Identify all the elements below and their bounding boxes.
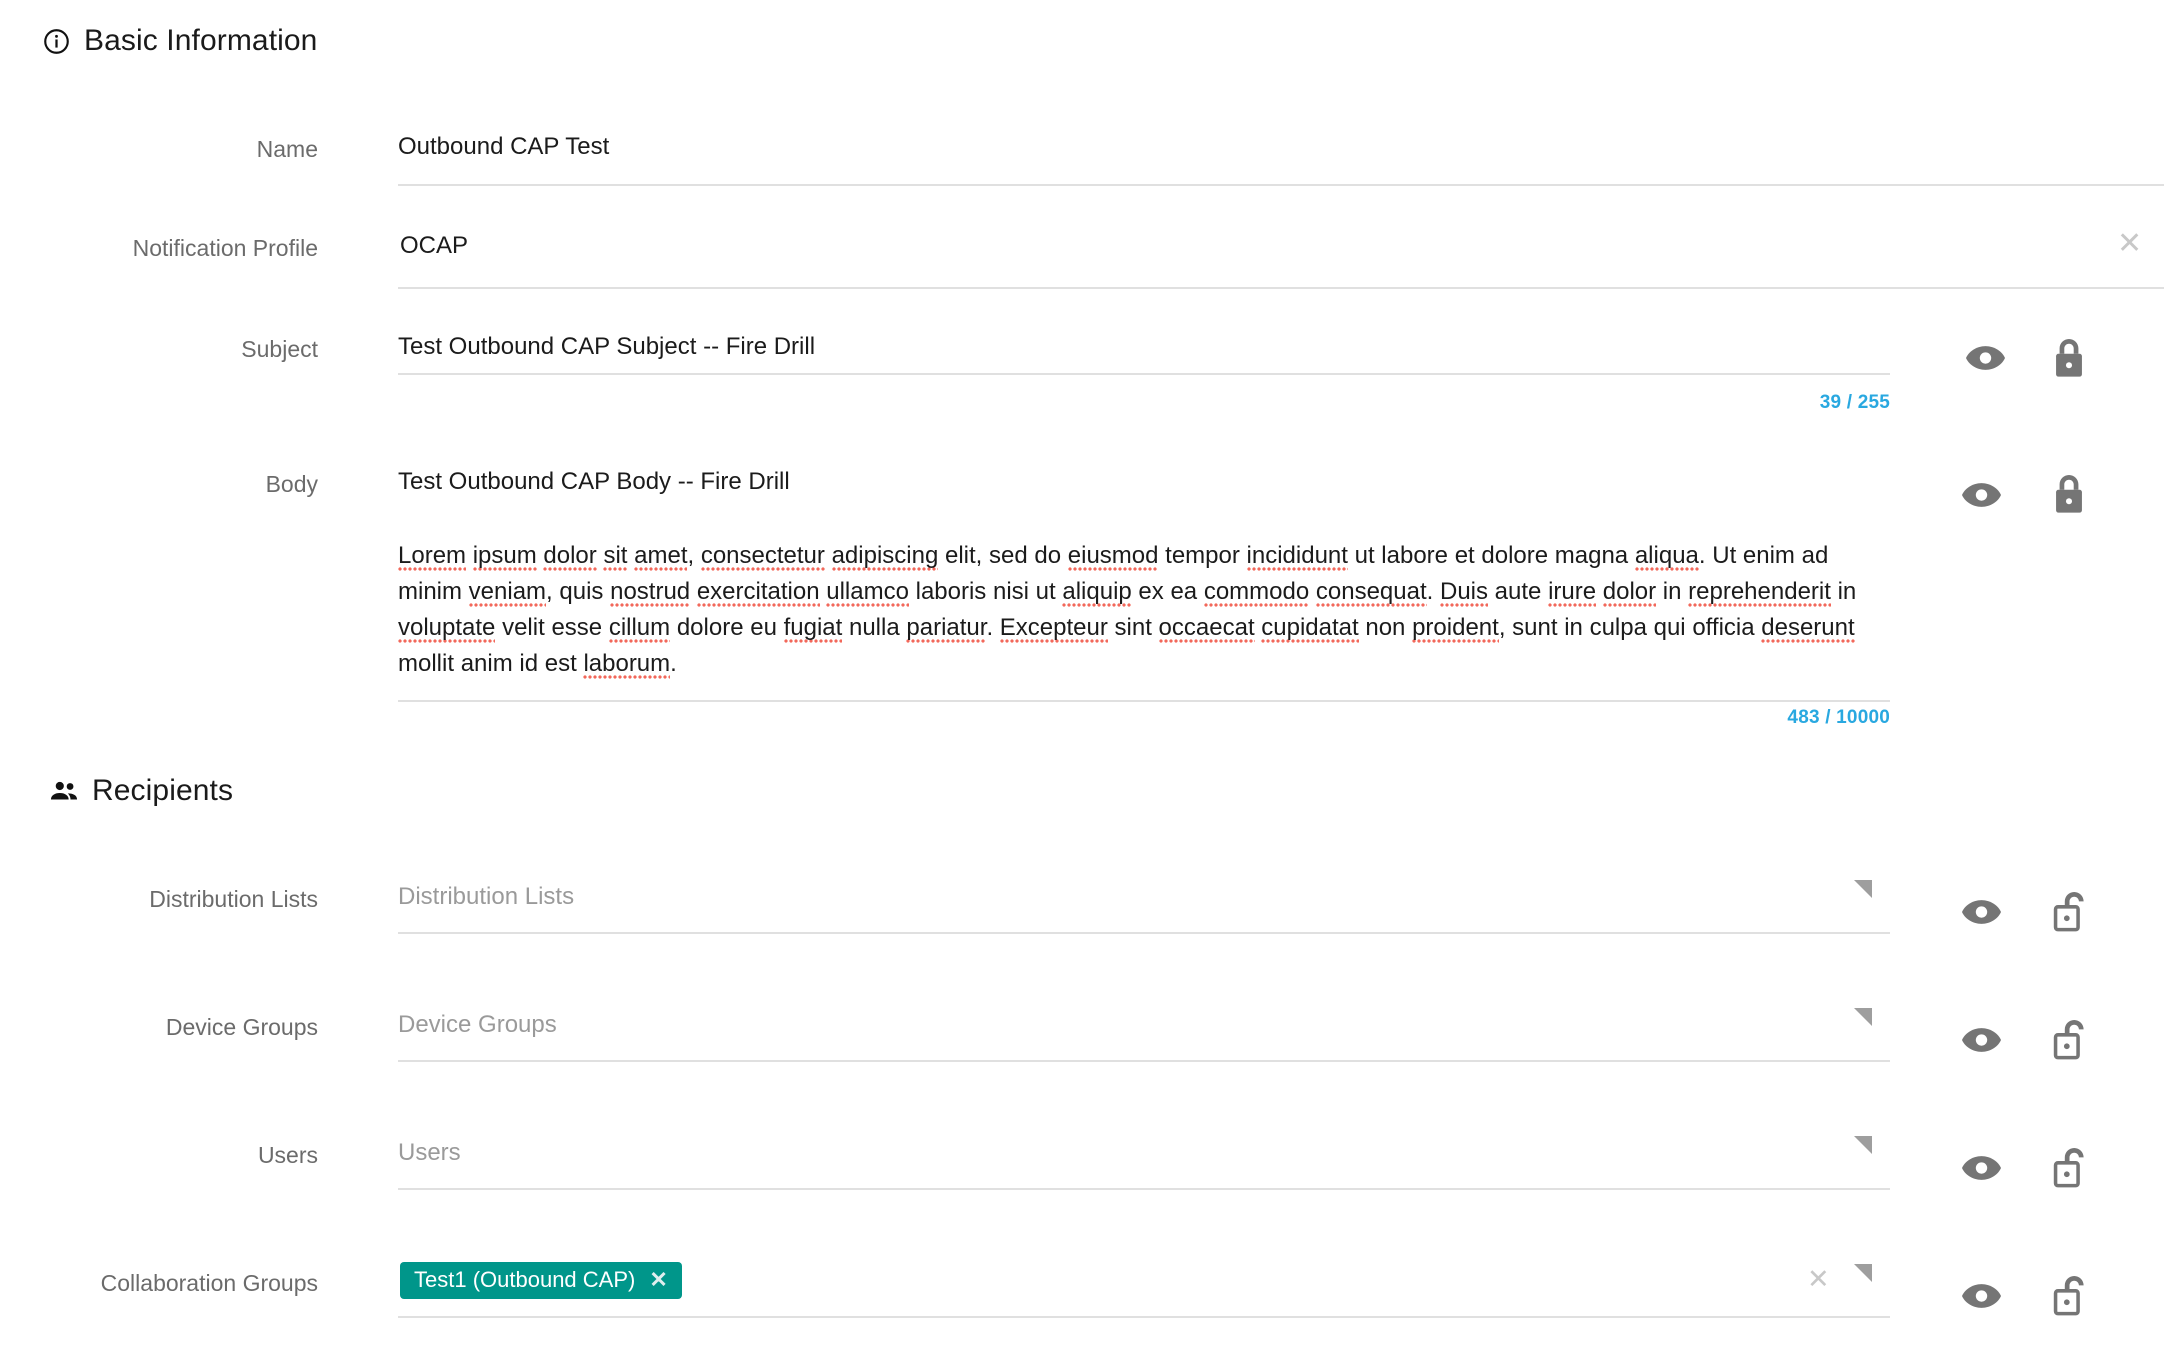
- label-device-groups: Device Groups: [165, 1014, 318, 1040]
- underline-collaboration-groups: [398, 1316, 1890, 1318]
- resize-handle-device-groups-icon[interactable]: [1854, 1008, 1872, 1026]
- lock-toggle-users-lock-open-icon[interactable]: [2052, 1146, 2086, 1188]
- input-device-groups[interactable]: Device Groups: [398, 1011, 557, 1039]
- input-name[interactable]: Outbound CAP Test: [398, 133, 609, 161]
- underline-body: [398, 700, 1890, 702]
- lock-toggle-body-lock-closed-icon[interactable]: [2052, 473, 2086, 515]
- label-notification-profile: Notification Profile: [132, 235, 318, 261]
- lock-toggle-subject-lock-closed-icon[interactable]: [2052, 337, 2086, 379]
- counter-body: 483 / 10000: [1787, 707, 1890, 728]
- visibility-toggle-device-groups-eye-icon[interactable]: [1962, 1026, 2001, 1054]
- label-body: Body: [265, 471, 318, 497]
- label-distribution-lists: Distribution Lists: [149, 886, 318, 912]
- section-title-basic-information: Basic Information: [84, 24, 318, 57]
- input-body-title[interactable]: Test Outbound CAP Body -- Fire Drill: [398, 468, 790, 496]
- people-icon: [50, 777, 78, 805]
- placeholder-distribution-lists: Distribution Lists: [398, 883, 575, 910]
- input-body-paragraph[interactable]: Lorem ipsum dolor sit amet, consectetur …: [398, 538, 1893, 682]
- underline-name: [398, 184, 2164, 186]
- label-name: Name: [256, 136, 318, 162]
- clear-notification-profile-icon[interactable]: ✕: [2117, 229, 2142, 259]
- underline-notification-profile: [398, 287, 2164, 289]
- lock-toggle-device-groups-lock-open-icon[interactable]: [2052, 1018, 2086, 1060]
- value-subject: Test Outbound CAP Subject -- Fire Drill: [398, 333, 816, 360]
- visibility-toggle-users-eye-icon[interactable]: [1962, 1154, 2001, 1182]
- chip-collaboration-group[interactable]: Test1 (Outbound CAP) ✕: [400, 1262, 682, 1300]
- visibility-toggle-collaboration-groups-eye-icon[interactable]: [1962, 1282, 2001, 1310]
- clear-collaboration-groups-icon[interactable]: ✕: [1807, 1266, 1830, 1293]
- section-header-basic-information: Basic Information: [42, 26, 317, 56]
- section-title-recipients: Recipients: [92, 774, 234, 807]
- notification-form-page: Basic Information Name Outbound CAP Test…: [0, 0, 2164, 1360]
- label-users: Users: [257, 1142, 318, 1168]
- info-circle-icon: [42, 27, 70, 55]
- chip-label: Test1 (Outbound CAP): [414, 1267, 636, 1292]
- label-collaboration-groups: Collaboration Groups: [100, 1270, 318, 1296]
- chip-remove-close-x-icon[interactable]: ✕: [649, 1269, 667, 1291]
- resize-handle-collaboration-groups-icon[interactable]: [1854, 1264, 1872, 1282]
- counter-subject: 39 / 255: [1819, 392, 1890, 413]
- visibility-toggle-distribution-lists-eye-icon[interactable]: [1962, 898, 2001, 926]
- underline-subject: [398, 373, 1890, 375]
- resize-handle-distribution-lists-icon[interactable]: [1854, 880, 1872, 898]
- input-users[interactable]: Users: [398, 1139, 461, 1167]
- underline-distribution-lists: [398, 932, 1890, 934]
- value-name: Outbound CAP Test: [398, 133, 610, 160]
- value-body-title: Test Outbound CAP Body -- Fire Drill: [398, 468, 790, 495]
- input-distribution-lists[interactable]: Distribution Lists: [398, 883, 574, 911]
- placeholder-users: Users: [398, 1139, 461, 1166]
- visibility-toggle-body-eye-icon[interactable]: [1962, 481, 2001, 509]
- underline-users: [398, 1188, 1890, 1190]
- value-body-paragraph: Lorem ipsum dolor sit amet, consectetur …: [398, 542, 1856, 681]
- resize-handle-users-icon[interactable]: [1854, 1136, 1872, 1154]
- input-subject[interactable]: Test Outbound CAP Subject -- Fire Drill: [398, 333, 815, 361]
- section-header-recipients: Recipients: [50, 776, 233, 806]
- lock-toggle-collaboration-groups-lock-open-icon[interactable]: [2052, 1274, 2086, 1316]
- placeholder-device-groups: Device Groups: [398, 1011, 557, 1038]
- lock-toggle-distribution-lists-lock-open-icon[interactable]: [2052, 890, 2086, 932]
- input-notification-profile[interactable]: OCAP: [400, 232, 468, 260]
- underline-device-groups: [398, 1060, 1890, 1062]
- visibility-toggle-subject-eye-icon[interactable]: [1966, 344, 2005, 372]
- label-subject: Subject: [241, 336, 318, 362]
- value-notification-profile: OCAP: [400, 232, 469, 259]
